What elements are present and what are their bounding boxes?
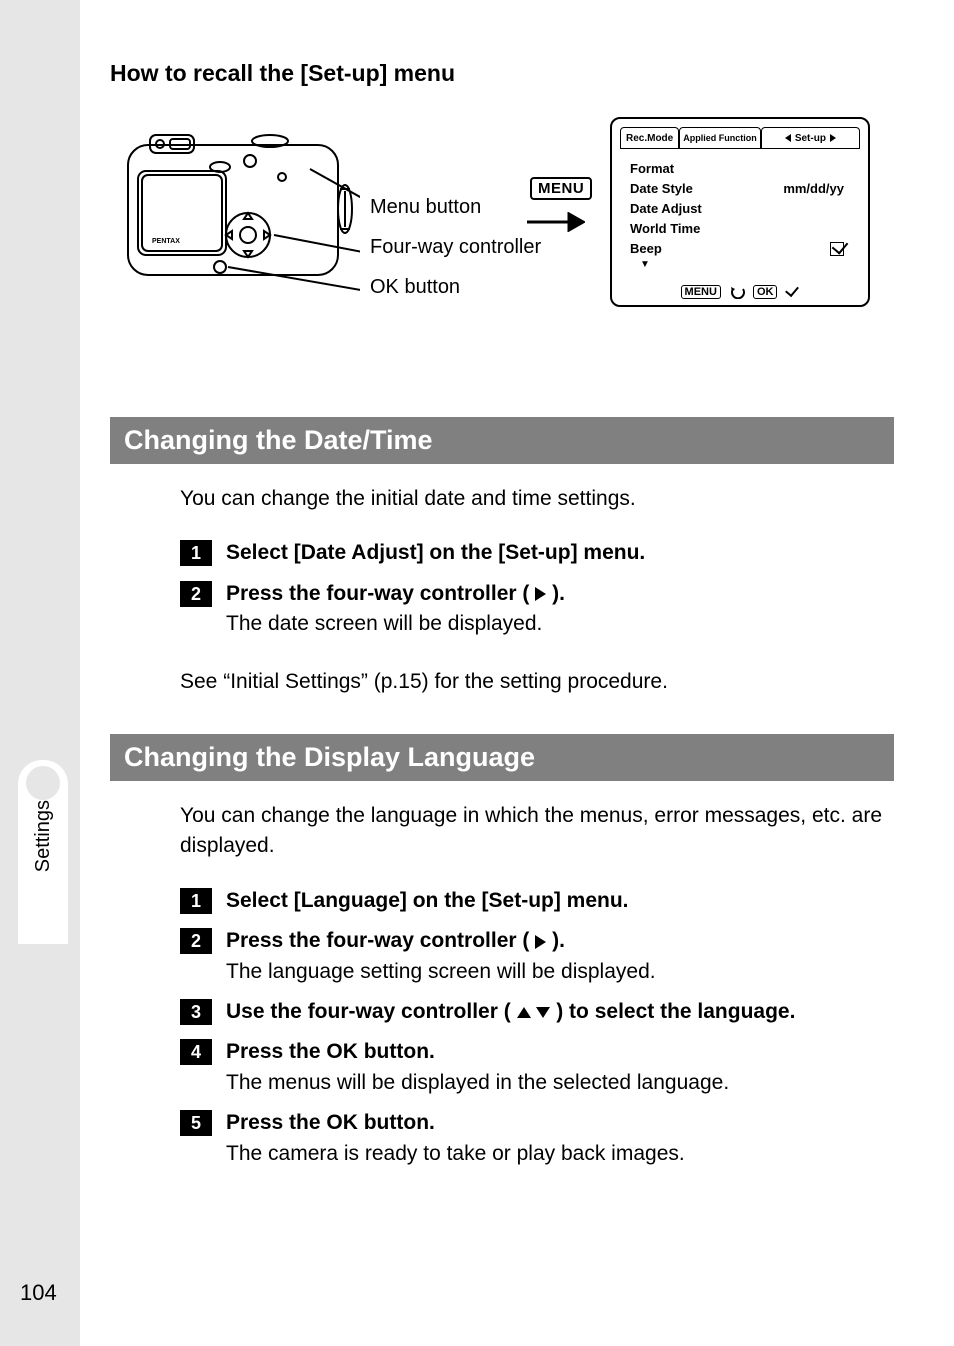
step-dt-2: 2 Press the four-way controller ( ). The… [180,579,894,640]
checkbox-checked-icon [830,242,844,256]
step-lang-4: 4 Press the OK button. The menus will be… [180,1037,894,1098]
label-menu-button: Menu button [370,187,541,227]
step-body: Press the OK button. The menus will be d… [226,1037,894,1098]
lcd-tab-setup-label: Set-up [795,133,826,144]
page-number: 104 [20,1280,57,1306]
page: Settings 104 How to recall the [Set-up] … [0,0,954,1346]
recall-heading: How to recall the [Set-up] menu [110,60,894,87]
camera-svg-icon: PENTAX [120,117,360,317]
arrow-right-icon [525,212,585,232]
triangle-up-icon [517,1007,531,1018]
svg-text:PENTAX: PENTAX [152,238,180,245]
lcd-tab-setup: Set-up [761,127,860,149]
step-title-post: ) to select the language. [550,1000,795,1023]
step-title-post: ). [546,929,565,952]
lcd-body: Format Date Style mm/dd/yy Date Adjust W… [620,159,860,270]
section-bar-language: Changing the Display Language [110,734,894,781]
side-tab: Settings [18,760,68,960]
lcd-label-date-style: Date Style [630,179,693,199]
side-tab-bump-icon [18,760,68,794]
step-dt-1: 1 Select [Date Adjust] on the [Set-up] m… [180,538,894,568]
lcd-screen: Rec.Mode Applied Function Set-up Format … [610,117,870,307]
lcd-tab-rec: Rec.Mode [620,127,679,149]
undo-icon [729,285,745,299]
step-body: Select [Date Adjust] on the [Set-up] men… [226,538,894,568]
step-title: Press the OK button. [226,1040,435,1063]
lcd-row-date-style: Date Style mm/dd/yy [630,179,860,199]
step-title: Press the OK button. [226,1111,435,1134]
step-lang-2: 2 Press the four-way controller ( ). The… [180,926,894,987]
step-lang-1: 1 Select [Language] on the [Set-up] menu… [180,886,894,916]
step-number: 5 [180,1110,212,1136]
step-desc: The date screen will be displayed. [226,612,542,635]
step-title-pre: Use the four-way controller ( [226,1000,517,1023]
section-bar-datetime: Changing the Date/Time [110,417,894,464]
step-body: Select [Language] on the [Set-up] menu. [226,886,894,916]
label-ok-button: OK button [370,267,541,307]
illustration-row: PENTAX Menu button Four-way controller O… [110,117,894,377]
step-body: Press the four-way controller ( ). The d… [226,579,894,640]
triangle-right-icon [535,935,546,949]
step-title-pre: Press the four-way controller ( [226,929,535,952]
step-lang-5: 5 Press the OK button. The camera is rea… [180,1108,894,1169]
step-title-pre: Press the four-way controller ( [226,582,535,605]
step-desc: The menus will be displayed in the selec… [226,1071,729,1094]
step-number: 2 [180,581,212,607]
step-title: Select [Date Adjust] on the [Set-up] men… [226,541,645,564]
step-number: 1 [180,540,212,566]
side-tab-body: Settings [18,794,68,944]
tri-right-icon [830,134,836,142]
lcd-tab-applied: Applied Function [679,127,761,149]
triangle-right-icon [535,587,546,601]
lcd-tabs: Rec.Mode Applied Function Set-up [620,127,860,149]
content-area: How to recall the [Set-up] menu [80,0,954,1346]
step-title-post: ). [546,582,565,605]
lcd-footer: MENU OK [612,285,868,299]
step-lang-3: 3 Use the four-way controller ( ) to sel… [180,997,894,1027]
menu-badge: MENU [530,177,592,200]
left-gutter [0,0,80,1346]
steps-language: 1 Select [Language] on the [Set-up] menu… [180,886,894,1170]
tri-left-icon [785,134,791,142]
triangle-down-icon [536,1007,550,1018]
see-note: See “Initial Settings” (p.15) for the se… [180,670,894,694]
step-desc: The language setting screen will be disp… [226,960,656,983]
lcd-row-beep: Beep [630,239,860,259]
camera-illustration: PENTAX [120,117,360,317]
lcd-row-world-time: World Time [630,219,860,239]
lcd-label-date-adjust: Date Adjust [630,199,702,219]
lcd-label-format: Format [630,159,674,179]
lcd-row-format: Format [630,159,860,179]
label-four-way: Four-way controller [370,227,541,267]
step-number: 3 [180,999,212,1025]
lcd-label-beep: Beep [630,239,662,259]
checkmark-icon [785,286,799,298]
lcd-val-date-style: mm/dd/yy [783,179,860,199]
step-number: 2 [180,928,212,954]
step-body: Press the OK button. The camera is ready… [226,1108,894,1169]
lcd-label-world-time: World Time [630,219,700,239]
step-number: 1 [180,888,212,914]
step-desc: The camera is ready to take or play back… [226,1142,685,1165]
camera-labels: Menu button Four-way controller OK butto… [370,187,541,307]
lcd-down-arrow-icon: ▼ [630,259,860,270]
lcd-footer-ok: OK [753,285,778,299]
step-number: 4 [180,1039,212,1065]
lcd-row-date-adjust: Date Adjust [630,199,860,219]
intro-datetime: You can change the initial date and time… [180,484,894,514]
step-body: Use the four-way controller ( ) to selec… [226,997,894,1027]
lcd-footer-menu: MENU [681,285,721,299]
side-tab-label: Settings [32,800,55,872]
intro-language: You can change the language in which the… [180,801,894,862]
step-body: Press the four-way controller ( ). The l… [226,926,894,987]
step-title: Select [Language] on the [Set-up] menu. [226,889,629,912]
steps-datetime: 1 Select [Date Adjust] on the [Set-up] m… [180,538,894,639]
